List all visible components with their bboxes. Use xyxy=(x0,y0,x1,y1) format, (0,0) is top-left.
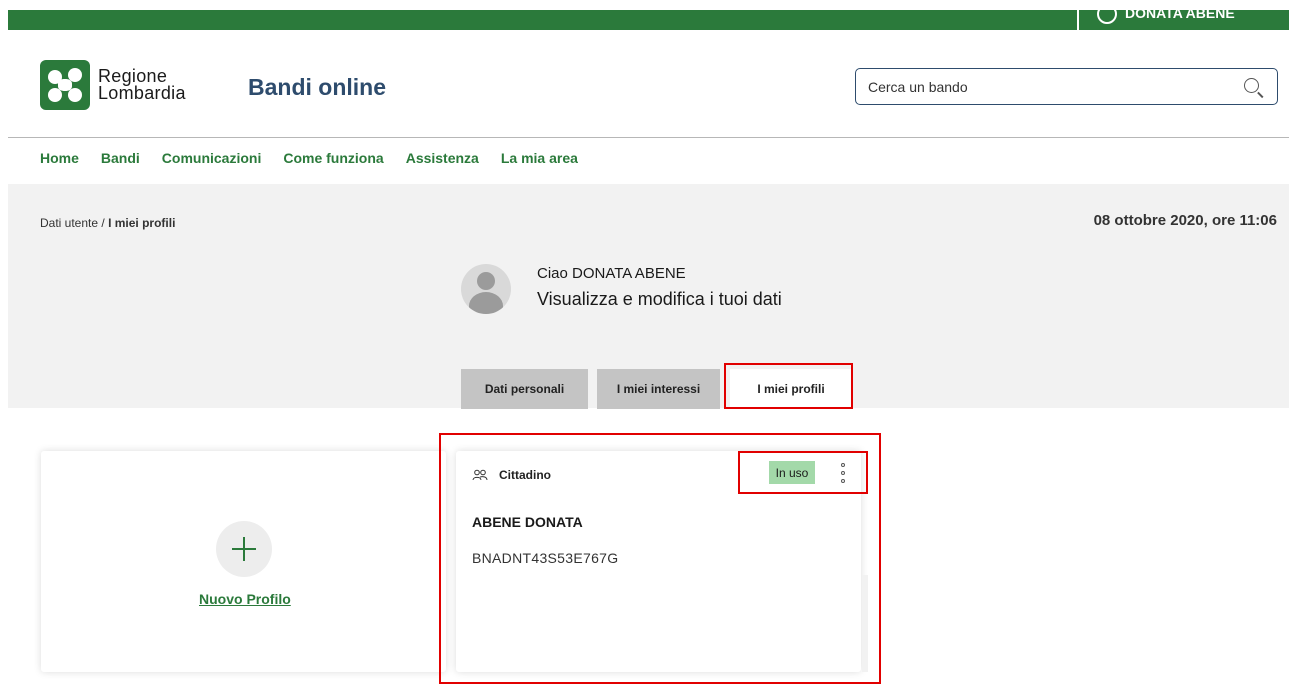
breadcrumb: Dati utente / I miei profili xyxy=(40,216,175,230)
nav-item-home[interactable]: Home xyxy=(40,150,79,166)
plus-icon[interactable] xyxy=(216,521,272,577)
search-input[interactable] xyxy=(868,78,1228,95)
page-subtitle: Visualizza e modifica i tuoi dati xyxy=(537,289,782,309)
logo-line2: Lombardia xyxy=(98,83,186,103)
logo-text: Regione Lombardia xyxy=(98,67,186,103)
highlight-box-badge xyxy=(738,451,868,494)
tab-miei-interessi[interactable]: I miei interessi xyxy=(597,369,720,409)
breadcrumb-separator: / xyxy=(101,216,105,230)
main-nav: Home Bandi Comunicazioni Come funziona A… xyxy=(40,150,600,166)
regione-lombardia-logo[interactable]: Regione Lombardia xyxy=(40,60,186,110)
nav-item-comunicazioni[interactable]: Comunicazioni xyxy=(162,150,262,166)
top-bar: DONATA ABENE xyxy=(8,10,1289,30)
nav-item-come-funziona[interactable]: Come funziona xyxy=(283,150,383,166)
search-icon[interactable] xyxy=(1244,78,1259,93)
logo-mark-icon xyxy=(40,60,90,110)
user-name: DONATA ABENE xyxy=(1125,10,1235,21)
tab-dati-personali[interactable]: Dati personali xyxy=(461,369,588,409)
site-title[interactable]: Bandi online xyxy=(248,74,386,101)
header-divider xyxy=(8,137,1289,138)
breadcrumb-current: I miei profili xyxy=(108,216,176,230)
avatar-body-icon xyxy=(469,292,503,314)
nav-item-assistenza[interactable]: Assistenza xyxy=(406,150,479,166)
nav-item-la-mia-area[interactable]: La mia area xyxy=(501,150,578,166)
user-greeting: Ciao DONATA ABENE xyxy=(537,265,686,282)
breadcrumb-parent[interactable]: Dati utente xyxy=(40,216,98,230)
avatar xyxy=(461,264,511,314)
current-datetime: 08 ottobre 2020, ore 11:06 xyxy=(1093,212,1277,229)
highlight-box-tab xyxy=(724,363,853,409)
avatar-head-icon xyxy=(477,272,495,290)
search-box[interactable] xyxy=(855,68,1278,105)
nav-item-bandi[interactable]: Bandi xyxy=(101,150,140,166)
new-profile-link[interactable]: Nuovo Profilo xyxy=(199,591,291,607)
new-profile-card[interactable]: Nuovo Profilo xyxy=(41,451,446,672)
user-icon xyxy=(1097,10,1117,24)
user-menu[interactable]: DONATA ABENE xyxy=(1077,10,1235,30)
